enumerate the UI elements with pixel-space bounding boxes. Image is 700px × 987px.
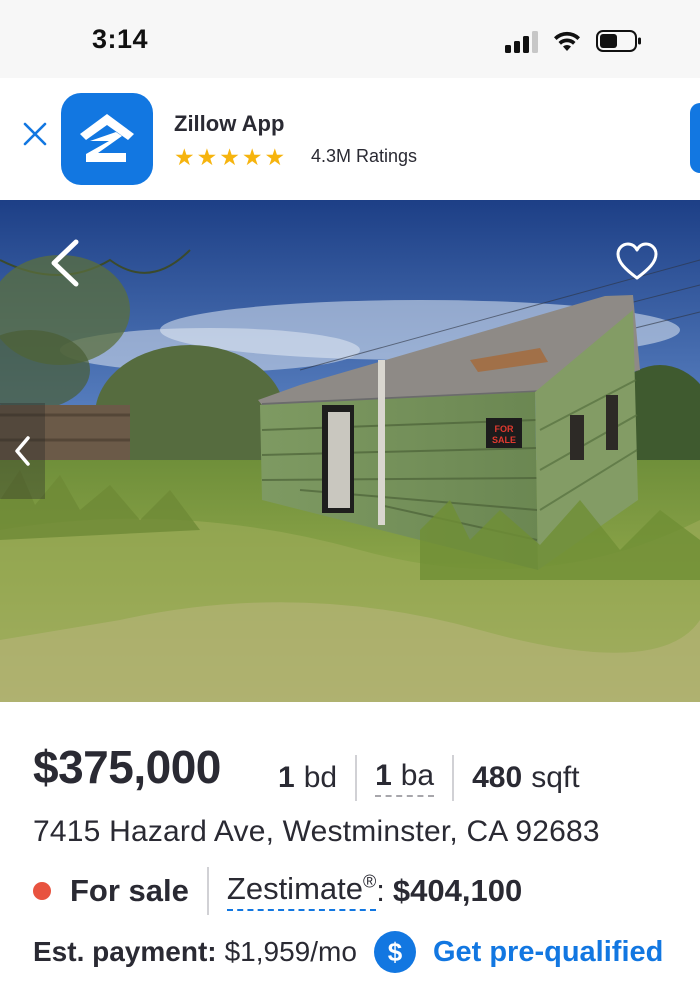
- get-pre-qualified-link[interactable]: Get pre-qualified: [433, 936, 663, 969]
- get-app-button[interactable]: [690, 103, 700, 173]
- sqft-fact: 480 sqft: [472, 761, 579, 795]
- back-chevron-icon[interactable]: [44, 238, 88, 288]
- app-install-banner: Zillow App ★ ★ ★ ★ ★ 4.3M Ratings: [0, 78, 700, 200]
- listing-facts: 1 bd 1 ba 480 sqft: [278, 755, 580, 801]
- zestimate-label: Zestimate: [226, 871, 363, 906]
- zestimate-link[interactable]: Zestimate®: [226, 871, 377, 911]
- beds-unit: bd: [303, 761, 338, 794]
- baths-unit: ba: [400, 759, 435, 792]
- payment-label: Est. payment:: [33, 936, 217, 967]
- status-dot-icon: [33, 882, 51, 900]
- star-icon: ★: [219, 144, 240, 170]
- star-icon: ★: [241, 144, 263, 170]
- previous-photo-button[interactable]: [0, 403, 45, 499]
- status-time: 3:14: [92, 24, 149, 54]
- wifi-icon: [554, 31, 580, 51]
- divider: [452, 755, 455, 801]
- listing-address: 7415 Hazard Ave, Westminster, CA 92683: [33, 815, 600, 848]
- baths-value: 1: [375, 759, 392, 792]
- beds-fact: 1 bd: [278, 761, 337, 795]
- sign-text-line1: FOR: [495, 424, 514, 434]
- ratings-count: 4.3M Ratings: [311, 146, 418, 166]
- star-icon: ★: [264, 144, 286, 170]
- signal-icon: [505, 31, 541, 53]
- status-bar: 3:14: [0, 0, 700, 78]
- divider: [355, 755, 358, 801]
- star-icon: ★: [196, 144, 218, 170]
- listing-photo[interactable]: FOR SALE: [0, 200, 700, 702]
- sqft-value: 480: [472, 761, 523, 794]
- house-photo: FOR SALE: [0, 200, 700, 702]
- payment-line: Est. payment: $1,959/mo $ Get pre-qualif…: [33, 930, 663, 974]
- heart-icon[interactable]: [615, 241, 659, 281]
- app-name: Zillow App: [174, 111, 285, 136]
- status-line: For sale Zestimate® : $404,100: [33, 866, 522, 916]
- payment-value: $1,959/mo: [224, 936, 357, 967]
- divider: [206, 867, 209, 915]
- dollar-icon[interactable]: $: [373, 931, 416, 973]
- registered-mark: ®: [363, 871, 377, 892]
- zestimate-colon: :: [376, 873, 385, 908]
- rating-stars: ★ ★ ★ ★ ★: [174, 144, 285, 170]
- listing-price: $375,000: [33, 741, 221, 793]
- zillow-logo-icon[interactable]: [61, 93, 153, 185]
- listing-status: For sale: [70, 873, 189, 908]
- sign-text-line2: SALE: [492, 435, 516, 445]
- previous-photo-icon: [14, 436, 30, 466]
- baths-fact[interactable]: 1 ba: [375, 759, 435, 797]
- close-icon[interactable]: [20, 119, 50, 149]
- battery-icon: [596, 30, 641, 52]
- beds-value: 1: [278, 761, 295, 794]
- star-icon: ★: [174, 144, 195, 170]
- zestimate-value: $404,100: [392, 873, 523, 908]
- sqft-unit: sqft: [531, 761, 580, 794]
